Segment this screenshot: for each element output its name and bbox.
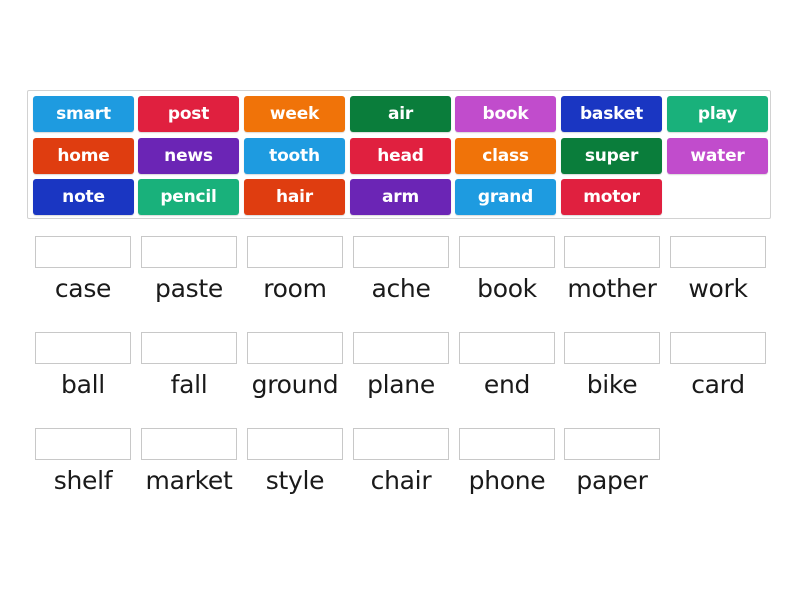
target-word-label: market [145,466,233,495]
target-word-label: chair [370,466,432,495]
target-word-label: fall [170,370,208,399]
drop-slot[interactable] [459,236,555,268]
target-word-label: shelf [53,466,113,495]
drop-target: paper [564,428,670,508]
drop-slot[interactable] [670,332,766,364]
drop-target: phone [459,428,565,508]
drop-slot[interactable] [141,236,237,268]
drop-target: shelf [35,428,141,508]
drop-slot[interactable] [353,428,449,460]
target-word-label: case [54,274,112,303]
word-tile[interactable]: book [455,96,556,132]
word-tile[interactable]: hair [244,179,345,215]
target-word-label: ache [371,274,431,303]
target-word-label: plane [367,370,435,399]
word-tile[interactable]: basket [561,96,662,132]
drop-slot[interactable] [353,236,449,268]
target-word-label: ground [251,370,339,399]
word-tile[interactable]: tooth [244,138,345,174]
drop-slot[interactable] [459,428,555,460]
drop-target: bike [564,332,670,412]
drop-target: room [247,236,353,316]
word-tile[interactable]: super [561,138,662,174]
target-word-label: end [483,370,531,399]
drop-target: work [670,236,776,316]
drop-slot[interactable] [564,332,660,364]
word-tile[interactable]: week [244,96,345,132]
word-tile[interactable]: class [455,138,556,174]
drop-target: ball [35,332,141,412]
drop-slot[interactable] [564,236,660,268]
drop-target: ache [353,236,459,316]
target-word-label: room [263,274,327,303]
word-tile[interactable]: head [350,138,451,174]
word-tile[interactable]: arm [350,179,451,215]
word-tile[interactable]: play [667,96,768,132]
target-word-label: style [265,466,325,495]
drop-target: chair [353,428,459,508]
target-word-label: mother [567,274,657,303]
word-tile[interactable]: smart [33,96,134,132]
target-word-label: work [688,274,748,303]
drop-target: case [35,236,141,316]
target-word-label: paper [576,466,648,495]
drop-slot[interactable] [247,332,343,364]
target-word-label: ball [61,370,105,399]
drop-slot[interactable] [247,236,343,268]
target-word-label: paste [155,274,223,303]
drop-target: end [459,332,565,412]
word-tile[interactable]: water [667,138,768,174]
drop-slot[interactable] [459,332,555,364]
drop-slot[interactable] [247,428,343,460]
word-tile[interactable]: air [350,96,451,132]
word-tile[interactable]: motor [561,179,662,215]
drop-slot[interactable] [141,332,237,364]
target-word-label: book [477,274,537,303]
word-tile[interactable]: post [138,96,239,132]
drop-slot[interactable] [353,332,449,364]
drop-target: style [247,428,353,508]
drop-slot[interactable] [35,236,131,268]
drop-slot[interactable] [564,428,660,460]
drop-slot[interactable] [35,428,131,460]
drop-target: fall [141,332,247,412]
target-word-label: card [691,370,745,399]
drop-target: ground [247,332,353,412]
word-tile[interactable]: home [33,138,134,174]
drop-slot[interactable] [141,428,237,460]
drop-target: mother [564,236,670,316]
drop-target: plane [353,332,459,412]
word-tile[interactable]: news [138,138,239,174]
drop-target: paste [141,236,247,316]
drop-target: market [141,428,247,508]
word-tile[interactable]: grand [455,179,556,215]
word-tile[interactable]: pencil [138,179,239,215]
drop-target: card [670,332,776,412]
drop-slot[interactable] [670,236,766,268]
drop-slot[interactable] [35,332,131,364]
target-word-label: bike [586,370,638,399]
word-tile[interactable]: note [33,179,134,215]
target-word-label: phone [468,466,546,495]
drop-target: book [459,236,565,316]
